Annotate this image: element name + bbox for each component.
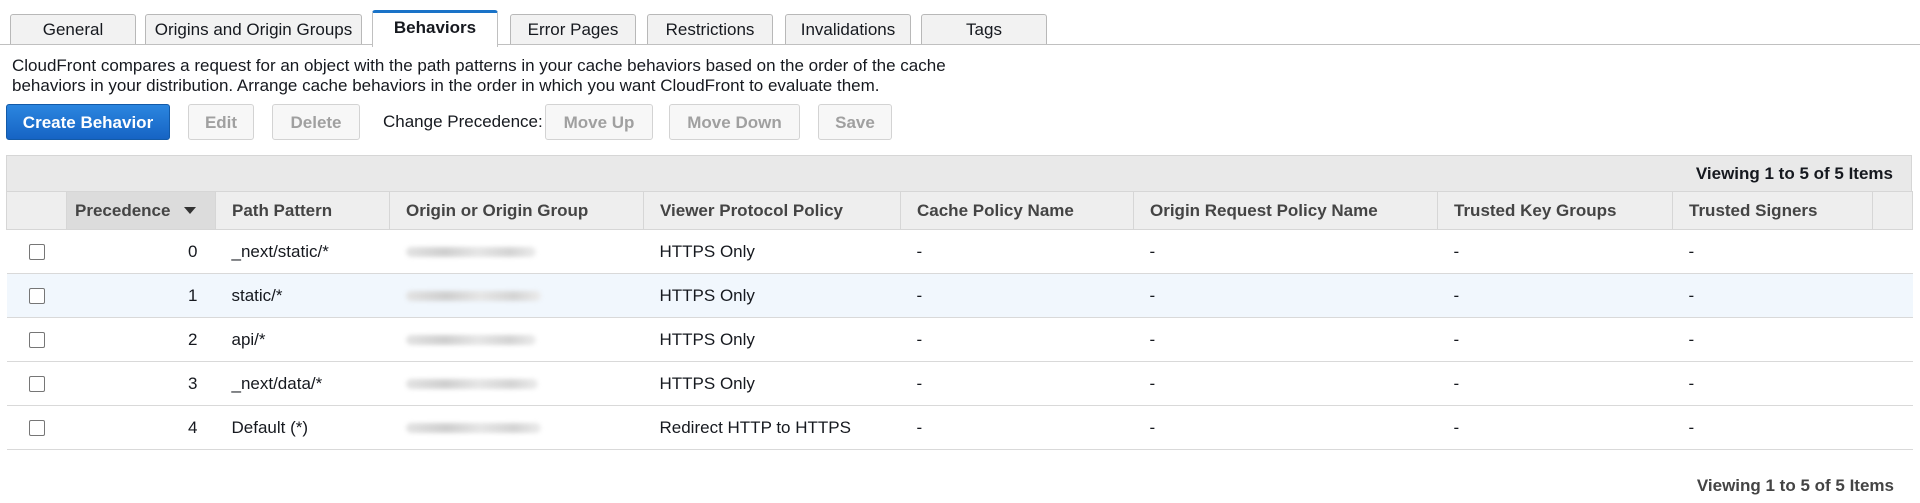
edit-button[interactable]: Edit: [188, 104, 254, 140]
trusted-signers-cell: -: [1672, 229, 1873, 274]
row-checkbox[interactable]: [28, 332, 45, 349]
viewer-protocol-cell: Redirect HTTP to HTTPS: [643, 405, 901, 450]
row-select-cell: [6, 273, 67, 318]
origin-request-policy-cell: -: [1133, 405, 1438, 450]
row-select-cell: [6, 361, 67, 406]
origin-request-policy-cell: -: [1133, 361, 1438, 406]
table-row[interactable]: 1 static/* HTTPS Only - - - -: [6, 273, 1913, 318]
precedence-cell: 0: [66, 229, 216, 274]
change-precedence-label: Change Precedence:: [383, 112, 543, 131]
path-pattern-cell: api/*: [215, 317, 390, 362]
trusted-key-groups-cell: -: [1437, 405, 1673, 450]
column-header-trusted-signers[interactable]: Trusted Signers: [1672, 191, 1873, 230]
path-pattern-cell: Default (*): [215, 405, 390, 450]
origin-cell: [389, 273, 644, 318]
column-header-precedence[interactable]: Precedence: [66, 191, 216, 230]
precedence-cell: 2: [66, 317, 216, 362]
viewer-protocol-cell: HTTPS Only: [643, 317, 901, 362]
save-button[interactable]: Save: [818, 104, 892, 140]
create-behavior-button[interactable]: Create Behavior: [6, 104, 170, 140]
origin-cell: [389, 229, 644, 274]
spacer-cell: [1872, 361, 1913, 406]
column-header-origin-request-policy-name[interactable]: Origin Request Policy Name: [1133, 191, 1438, 230]
tab-bar: General Origins and Origin Groups Behavi…: [0, 0, 1920, 47]
cache-policy-cell: -: [900, 361, 1134, 406]
tab-restrictions[interactable]: Restrictions: [647, 14, 773, 44]
path-pattern-cell: static/*: [215, 273, 390, 318]
table-row[interactable]: 2 api/* HTTPS Only - - - -: [6, 317, 1913, 362]
redacted-origin: [405, 379, 538, 390]
column-header-origin[interactable]: Origin or Origin Group: [389, 191, 644, 230]
trusted-signers-cell: -: [1672, 273, 1873, 318]
redacted-origin: [405, 423, 541, 434]
cache-policy-cell: -: [900, 317, 1134, 362]
trusted-key-groups-cell: -: [1437, 273, 1673, 318]
precedence-cell: 4: [66, 405, 216, 450]
trusted-signers-cell: -: [1672, 361, 1873, 406]
row-checkbox[interactable]: [28, 288, 45, 305]
cache-policy-cell: -: [900, 273, 1134, 318]
table-row[interactable]: 3 _next/data/* HTTPS Only - - - -: [6, 361, 1913, 406]
behaviors-description: CloudFront compares a request for an obj…: [12, 56, 946, 95]
sort-descending-icon: [184, 206, 197, 214]
row-select-cell: [6, 229, 67, 274]
redacted-origin: [405, 335, 536, 346]
delete-button[interactable]: Delete: [272, 104, 360, 140]
viewer-protocol-cell: HTTPS Only: [643, 229, 901, 274]
spacer-cell: [1872, 229, 1913, 274]
column-header-cache-policy-name[interactable]: Cache Policy Name: [900, 191, 1134, 230]
row-checkbox[interactable]: [28, 376, 45, 393]
precedence-cell: 1: [66, 273, 216, 318]
origin-request-policy-cell: -: [1133, 229, 1438, 274]
path-pattern-cell: _next/static/*: [215, 229, 390, 274]
trusted-signers-cell: -: [1672, 317, 1873, 362]
origin-request-policy-cell: -: [1133, 273, 1438, 318]
tab-origins-and-origin-groups[interactable]: Origins and Origin Groups: [145, 14, 362, 44]
row-checkbox[interactable]: [28, 244, 45, 261]
table-row[interactable]: 0 _next/static/* HTTPS Only - - - -: [6, 229, 1913, 274]
tab-tags[interactable]: Tags: [921, 14, 1047, 44]
row-select-cell: [6, 317, 67, 362]
redacted-origin: [405, 247, 536, 258]
footer-summary: Viewing 1 to 5 of 5 Items: [1696, 476, 1894, 495]
behaviors-table: Viewing 1 to 5 of 5 Items Precedence Pat…: [6, 155, 1913, 450]
select-column-header: [6, 191, 67, 230]
tab-behaviors[interactable]: Behaviors: [372, 10, 498, 47]
spacer-cell: [1872, 405, 1913, 450]
redacted-origin: [405, 291, 541, 302]
column-header-viewer-protocol-policy[interactable]: Viewer Protocol Policy: [643, 191, 901, 230]
origin-cell: [389, 405, 644, 450]
tab-invalidations[interactable]: Invalidations: [785, 14, 911, 44]
row-select-cell: [6, 405, 67, 450]
move-down-button[interactable]: Move Down: [669, 104, 800, 140]
cache-policy-cell: -: [900, 405, 1134, 450]
origin-cell: [389, 317, 644, 362]
trusted-signers-cell: -: [1672, 405, 1873, 450]
viewer-protocol-cell: HTTPS Only: [643, 273, 901, 318]
origin-cell: [389, 361, 644, 406]
tab-general[interactable]: General: [10, 14, 136, 44]
spacer-cell: [1872, 273, 1913, 318]
move-up-button[interactable]: Move Up: [545, 104, 653, 140]
column-header-path-pattern[interactable]: Path Pattern: [215, 191, 390, 230]
precedence-cell: 3: [66, 361, 216, 406]
column-header-spacer: [1872, 191, 1913, 230]
trusted-key-groups-cell: -: [1437, 229, 1673, 274]
path-pattern-cell: _next/data/*: [215, 361, 390, 406]
trusted-key-groups-cell: -: [1437, 317, 1673, 362]
table-summary: Viewing 1 to 5 of 5 Items: [6, 155, 1912, 191]
viewer-protocol-cell: HTTPS Only: [643, 361, 901, 406]
spacer-cell: [1872, 317, 1913, 362]
cache-policy-cell: -: [900, 229, 1134, 274]
column-header-label: Precedence: [75, 200, 171, 220]
row-checkbox[interactable]: [28, 420, 45, 437]
tab-error-pages[interactable]: Error Pages: [510, 14, 636, 44]
table-row[interactable]: 4 Default (*) Redirect HTTP to HTTPS - -…: [6, 405, 1913, 450]
trusted-key-groups-cell: -: [1437, 361, 1673, 406]
column-header-trusted-key-groups[interactable]: Trusted Key Groups: [1437, 191, 1673, 230]
table-header-row: Precedence Path Pattern Origin or Origin…: [6, 191, 1913, 230]
origin-request-policy-cell: -: [1133, 317, 1438, 362]
